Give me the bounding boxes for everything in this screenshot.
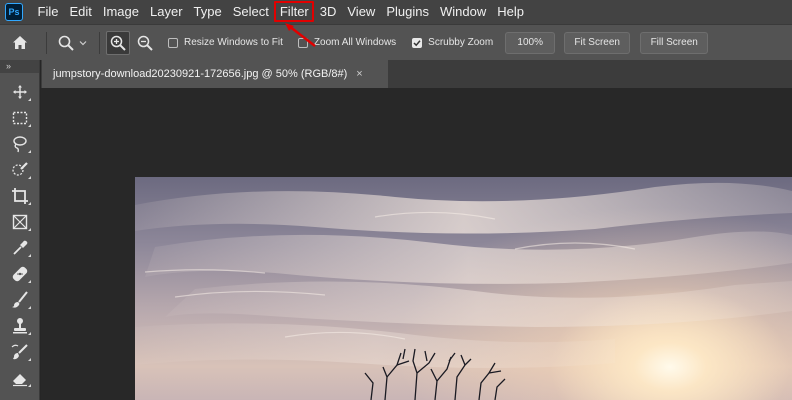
- canvas-area[interactable]: [41, 88, 792, 400]
- tools-panel: »: [0, 60, 40, 400]
- menu-filter[interactable]: Filter: [274, 0, 315, 24]
- clone-stamp-tool[interactable]: [0, 313, 40, 339]
- menu-file[interactable]: File: [32, 0, 64, 24]
- marquee-tool-icon: [12, 111, 28, 125]
- chevron-down-icon: [79, 40, 87, 45]
- document-tab-strip: jumpstory-download20230921-172656.jpg @ …: [41, 60, 792, 88]
- fit-screen-button[interactable]: Fit Screen: [564, 31, 631, 54]
- scrubby-zoom-label: Scrubby Zoom: [428, 37, 494, 48]
- menu-window[interactable]: Window: [434, 0, 491, 24]
- crop-tool[interactable]: [0, 183, 40, 209]
- eraser-tool[interactable]: [0, 365, 40, 391]
- eyedropper-tool[interactable]: [0, 235, 40, 261]
- checkmark-icon: [413, 39, 421, 46]
- clone-stamp-tool-icon: [13, 318, 27, 334]
- menu-layer[interactable]: Layer: [145, 0, 189, 24]
- document-image: [135, 177, 792, 400]
- fill-screen-button[interactable]: Fill Screen: [640, 31, 709, 54]
- resize-windows-label: Resize Windows to Fit: [184, 37, 283, 48]
- healing-brush-tool[interactable]: [0, 261, 40, 287]
- separator: [46, 31, 47, 54]
- menu-help[interactable]: Help: [492, 0, 530, 24]
- close-icon[interactable]: ×: [356, 68, 362, 80]
- crop-tool-icon: [12, 188, 28, 204]
- separator: [99, 31, 100, 54]
- menu-bar: Ps File Edit Image Layer Type Select Fil…: [0, 0, 792, 24]
- healing-brush-tool-icon: [12, 266, 28, 282]
- zoom-all-windows-checkbox[interactable]: Zoom All Windows: [297, 37, 397, 48]
- zoom-in-icon: [110, 35, 126, 51]
- brush-tool-icon: [12, 291, 28, 308]
- quick-selection-tool[interactable]: [0, 157, 40, 183]
- menu-image[interactable]: Image: [97, 0, 144, 24]
- zoom-100-button[interactable]: 100%: [505, 31, 556, 54]
- options-bar: Resize Windows to Fit Zoom All Windows S…: [0, 24, 792, 60]
- checkbox-box: [297, 37, 308, 48]
- photoshop-logo[interactable]: Ps: [5, 3, 23, 21]
- lasso-tool[interactable]: [0, 131, 40, 157]
- menu-3d[interactable]: 3D: [314, 0, 342, 24]
- sky-photo-illustration: [135, 182, 792, 400]
- checkbox-box: [168, 37, 178, 48]
- move-tool-icon: [13, 85, 27, 99]
- menu-view[interactable]: View: [342, 0, 381, 24]
- zoom-tool-preset-picker[interactable]: [53, 31, 93, 55]
- magnifier-icon: [58, 35, 74, 51]
- scrubby-zoom-checkbox[interactable]: Scrubby Zoom: [412, 37, 493, 48]
- checkbox-box-checked: [412, 37, 423, 48]
- lasso-tool-icon: [13, 136, 27, 153]
- home-icon: [13, 36, 27, 49]
- resize-windows-checkbox[interactable]: Resize Windows to Fit: [168, 37, 283, 48]
- brush-tool[interactable]: [0, 287, 40, 313]
- menu-select[interactable]: Select: [227, 0, 274, 24]
- eyedropper-tool-icon: [13, 240, 28, 255]
- zoom-all-windows-label: Zoom All Windows: [313, 37, 397, 48]
- frame-tool[interactable]: [0, 209, 40, 235]
- home-button[interactable]: [0, 25, 40, 61]
- quick-selection-tool-icon: [12, 162, 28, 176]
- document-tab[interactable]: jumpstory-download20230921-172656.jpg @ …: [42, 60, 388, 88]
- marquee-tool[interactable]: [0, 105, 40, 131]
- menu-type[interactable]: Type: [188, 0, 227, 24]
- eraser-tool-icon: [13, 374, 27, 387]
- menu-plugins[interactable]: Plugins: [381, 0, 435, 24]
- frame-tool-icon: [12, 214, 28, 230]
- tools-collapse-toggle[interactable]: »: [0, 60, 39, 73]
- zoom-out-icon: [137, 35, 153, 51]
- document-tab-title: jumpstory-download20230921-172656.jpg @ …: [53, 68, 348, 80]
- zoom-out-button[interactable]: [130, 31, 160, 55]
- history-brush-tool[interactable]: [0, 339, 40, 365]
- zoom-in-button[interactable]: [106, 30, 130, 55]
- move-tool[interactable]: [0, 79, 40, 105]
- menu-edit[interactable]: Edit: [64, 0, 97, 24]
- history-brush-tool-icon: [11, 344, 28, 360]
